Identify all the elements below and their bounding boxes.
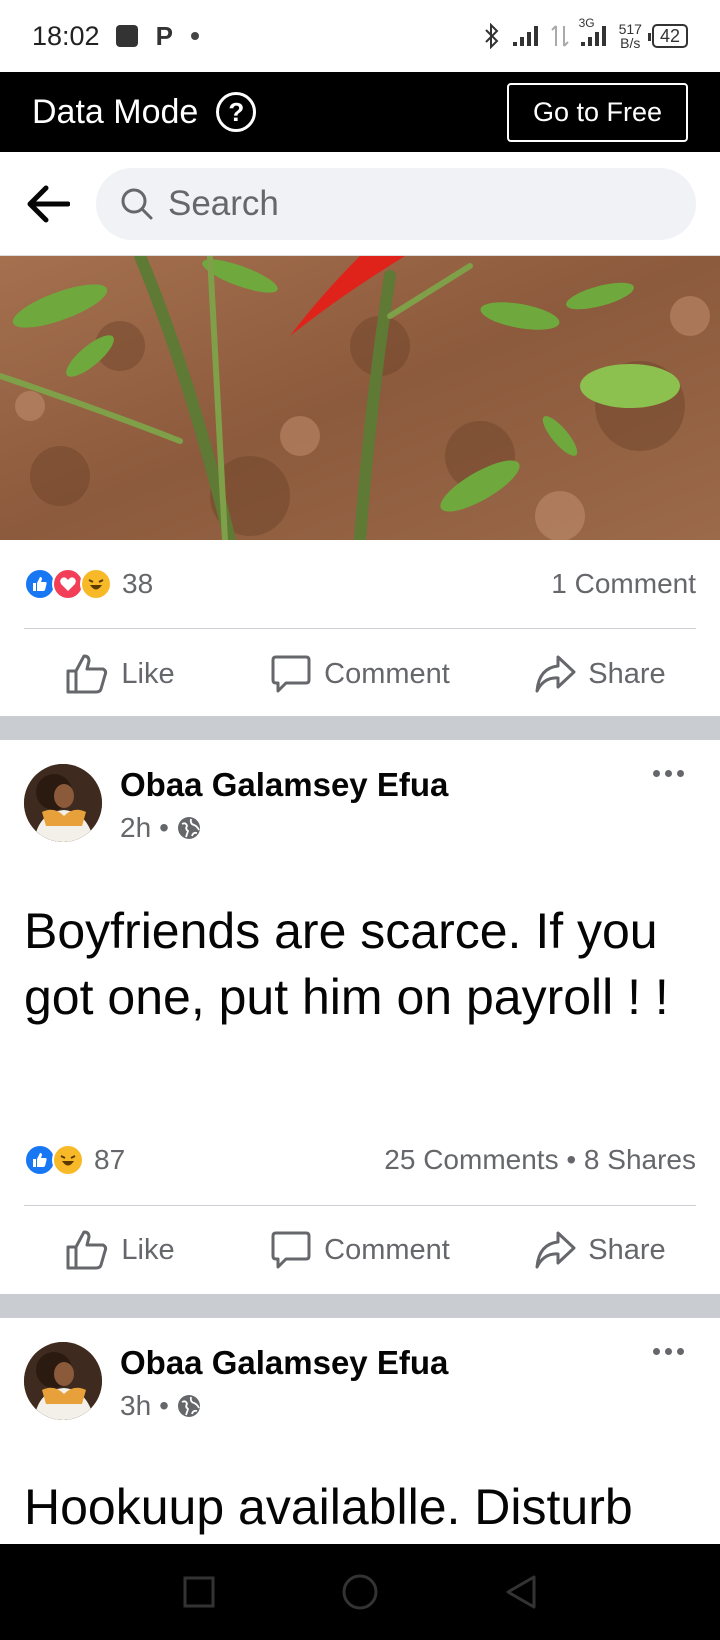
post2-reactions-row: 87 25 Comments • 8 Shares [24,1136,696,1184]
more-icon[interactable] [653,1348,684,1355]
post2-actions: Like Comment Share [0,1208,720,1292]
post3-time[interactable]: 3h [120,1390,151,1422]
recent-apps-icon[interactable] [182,1575,216,1609]
data-mode-bar: Data Mode ? Go to Free [0,72,720,152]
back-arrow-icon[interactable] [24,180,72,228]
post2-like-button[interactable]: Like [0,1229,240,1271]
post2-divider [24,1205,696,1206]
post2-time[interactable]: 2h [120,812,151,844]
status-bar: 18:02 P 3G 517 B/s 42 [0,0,720,72]
post2-separator: • [159,812,169,843]
post2-text: Boyfriends are scarce. If you got one, p… [24,903,669,1025]
search-header: Search [0,152,720,256]
like-icon [66,654,108,694]
back-nav-icon[interactable] [504,1574,538,1610]
post1-comment-label: Comment [324,657,450,690]
post2-comment-label: Comment [324,1233,450,1266]
like-icon [66,1230,108,1270]
post1-comment-button[interactable]: Comment [240,653,480,695]
post2-like-label: Like [121,1233,175,1266]
post2-reaction-count[interactable]: 87 [94,1144,125,1176]
post2-share-label: Share [588,1233,666,1266]
bluetooth-icon [484,23,499,49]
post1-reaction-icons[interactable] [24,568,112,600]
post1-divider [24,628,696,629]
notification-square-icon [115,25,138,47]
p-notification-icon: P [155,20,173,51]
network-speed: 517 B/s [618,21,642,51]
post1-comment-count[interactable]: 1 Comment [551,568,696,600]
post-separator [0,1294,720,1318]
battery-indicator: 42 [647,24,688,48]
search-input[interactable]: Search [96,167,696,240]
comment-icon [271,655,311,693]
post1-actions: Like Comment Share [0,632,720,716]
network-type: 3G [578,16,595,30]
haha-reaction-icon [52,1144,84,1176]
status-right-icons: 3G 517 B/s 42 [483,16,688,51]
avatar[interactable] [24,764,102,842]
comment-icon [271,1231,311,1269]
post3-author[interactable]: Obaa Galamsey Efua [120,1344,448,1382]
post2-comment-button[interactable]: Comment [240,1229,480,1271]
search-icon [121,188,153,219]
more-notifications-dot-icon [190,32,199,40]
help-icon[interactable]: ? [216,92,257,132]
post2-meta: 2h • [120,812,201,844]
post3-meta: 3h • [120,1390,201,1422]
post3-text: Hookuup availablle. Disturb [24,1479,633,1535]
go-to-free-button[interactable]: Go to Free [506,82,688,142]
search-placeholder: Search [168,183,279,223]
more-icon[interactable] [653,770,684,777]
haha-reaction-icon [80,568,112,600]
post2-comments-shares[interactable]: 25 Comments • 8 Shares [384,1144,696,1176]
status-time: 18:02 [32,20,100,51]
post-photo[interactable] [0,256,720,540]
notification-icons: P [115,20,199,52]
share-icon [535,655,576,693]
post1-share-label: Share [588,657,666,690]
post3-separator: • [159,1390,169,1421]
post2-reaction-icons[interactable] [24,1144,84,1176]
post3-header: Obaa Galamsey Efua 3h • [24,1342,696,1432]
home-icon[interactable] [341,1573,379,1611]
post2-author[interactable]: Obaa Galamsey Efua [120,766,448,804]
signal-icon [512,26,538,46]
post1-reaction-count[interactable]: 38 [122,568,153,600]
android-nav-bar [0,1544,720,1640]
avatar[interactable] [24,1342,102,1420]
post1-share-button[interactable]: Share [480,654,720,694]
globe-icon [177,1395,200,1417]
post1-like-label: Like [121,657,175,690]
post2-header: Obaa Galamsey Efua 2h • [24,764,696,854]
share-icon [535,1231,576,1269]
data-mode-title: Data Mode [32,92,199,131]
post2-share-button[interactable]: Share [480,1230,720,1270]
post1-reactions-row: 38 1 Comment [24,560,696,608]
data-transfer-icon [550,25,569,47]
post1-like-button[interactable]: Like [0,653,240,695]
globe-icon [177,817,200,839]
post-separator [0,716,720,740]
